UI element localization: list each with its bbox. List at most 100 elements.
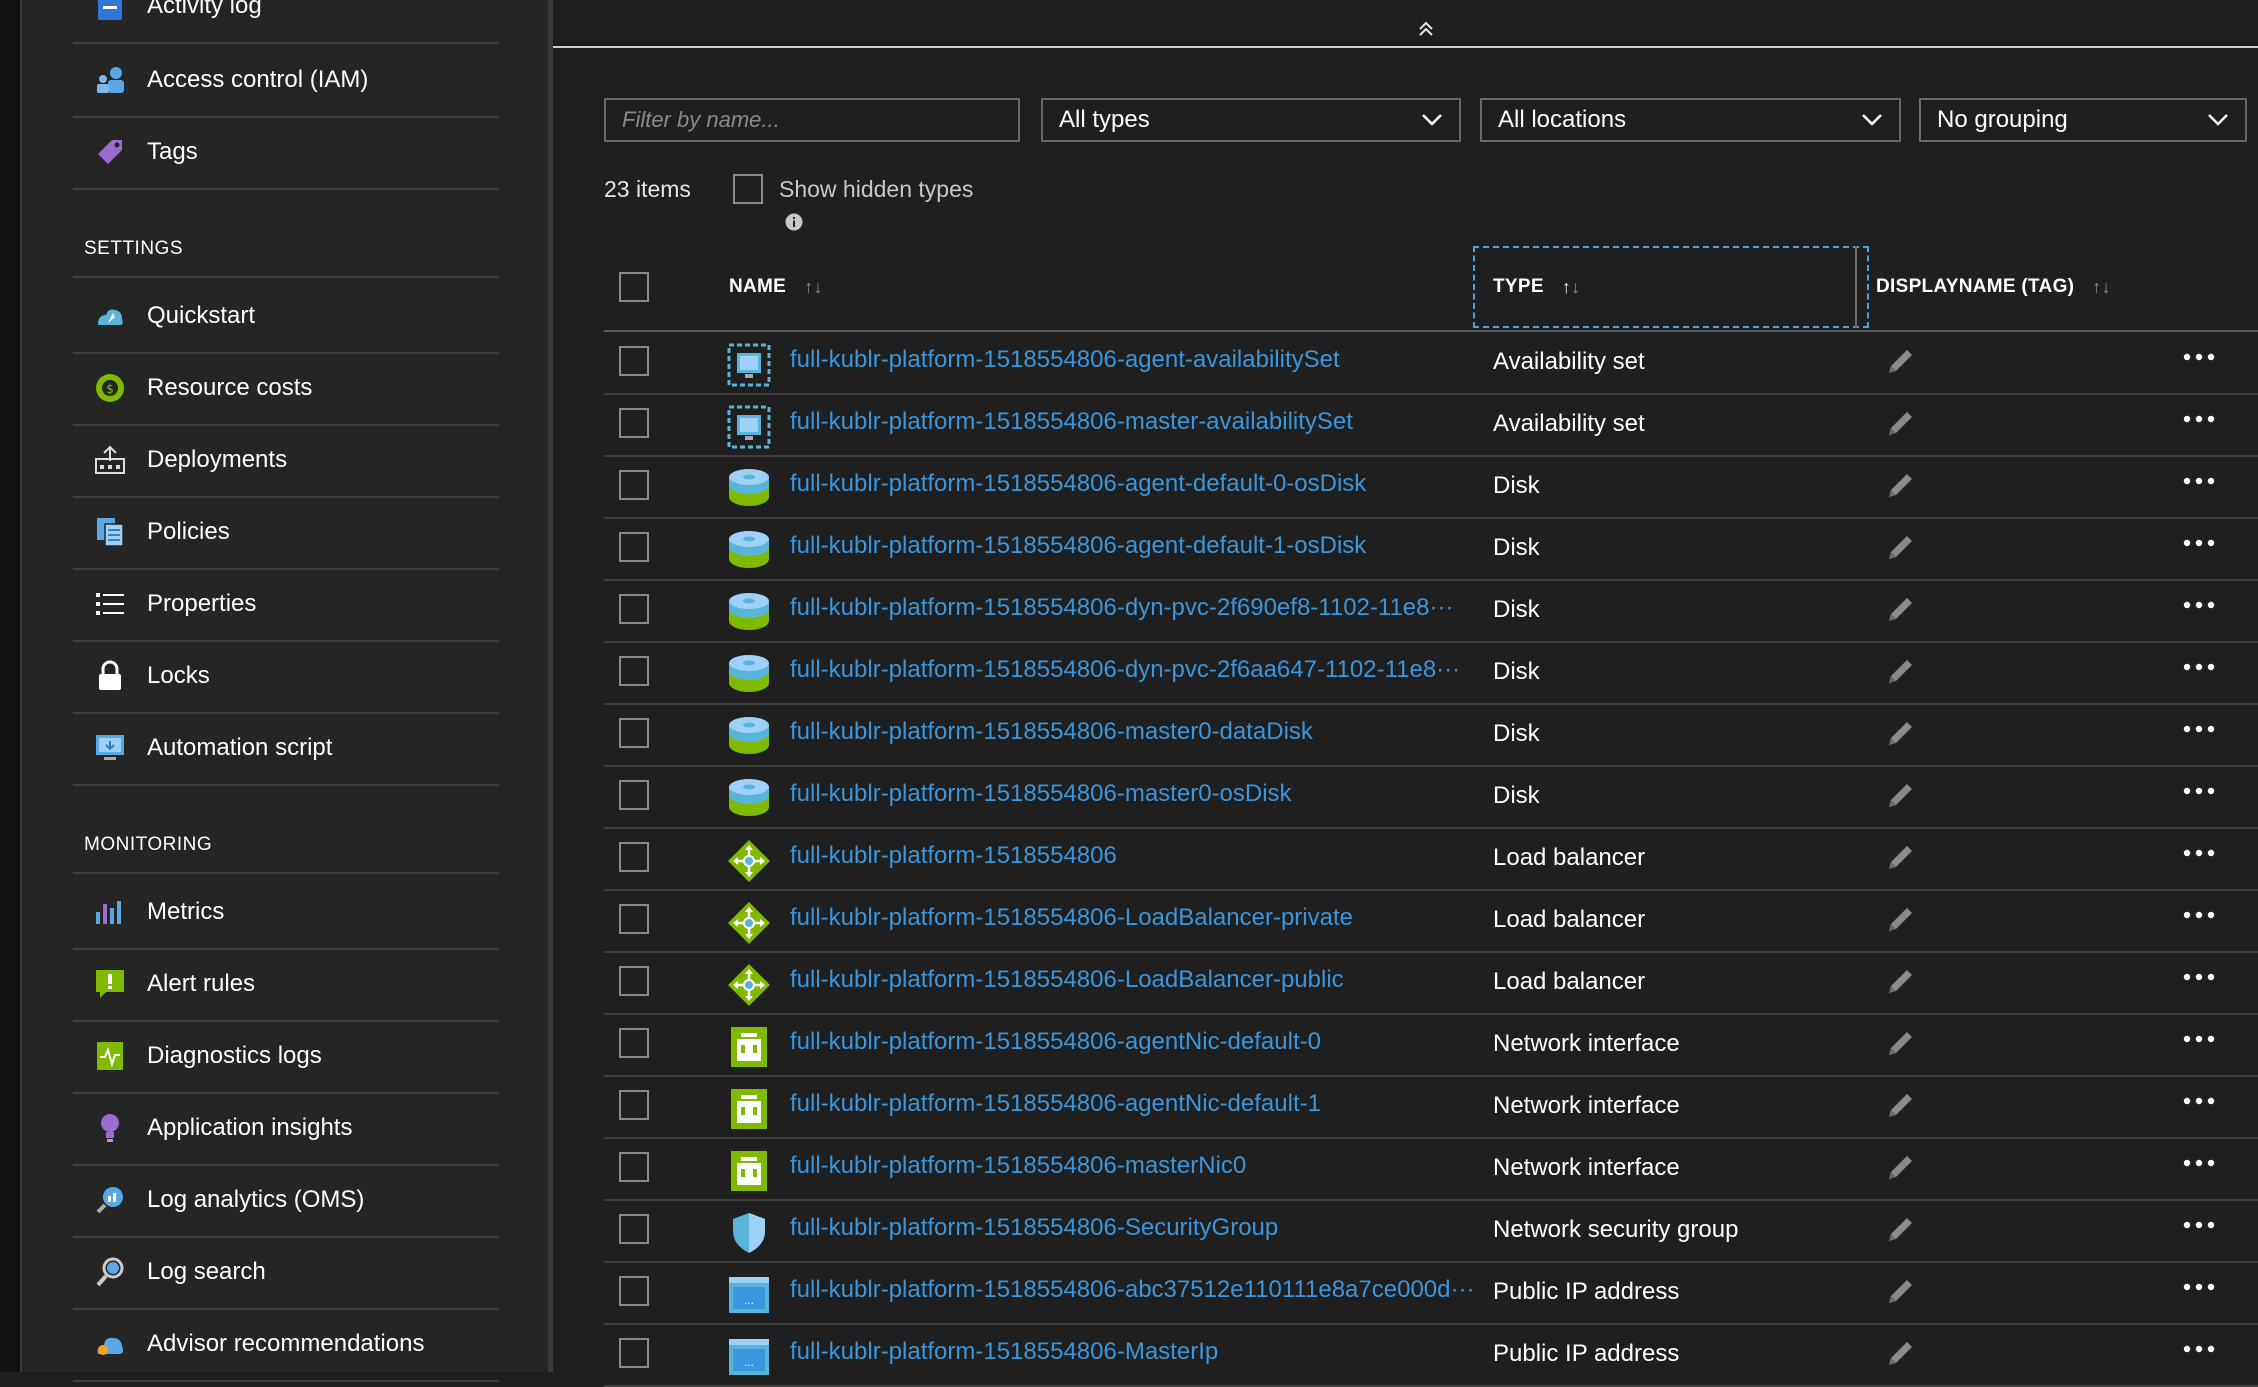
resource-name-link[interactable]: full-kublr-platform-1518554806-MasterIp	[790, 1338, 1218, 1366]
edit-tag-pencil-icon[interactable]	[1881, 1211, 1919, 1249]
edit-tag-pencil-icon[interactable]	[1881, 963, 1919, 1001]
row-checkbox[interactable]	[619, 1090, 649, 1120]
edit-tag-pencil-icon[interactable]	[1881, 343, 1919, 381]
edit-tag-pencil-icon[interactable]	[1881, 1273, 1919, 1311]
more-options-icon[interactable]	[2179, 839, 2219, 867]
table-row[interactable]: full-kublr-platform-1518554806-LoadBalan…	[604, 889, 2258, 953]
sidebar-item-advisor-recommendations[interactable]: Advisor recommendations	[73, 1308, 499, 1382]
more-options-icon[interactable]	[2179, 901, 2219, 929]
row-checkbox[interactable]	[619, 718, 649, 748]
collapse-up-icon[interactable]	[1415, 18, 1437, 40]
resource-name-link[interactable]: full-kublr-platform-1518554806	[790, 842, 1117, 870]
resource-name-link[interactable]: full-kublr-platform-1518554806-SecurityG…	[790, 1214, 1278, 1242]
table-row[interactable]: full-kublr-platform-1518554806-master-av…	[604, 393, 2258, 457]
column-header-displayname[interactable]: DISPLAYNAME (TAG) ↑↓	[1876, 276, 2111, 298]
row-checkbox[interactable]	[619, 346, 649, 376]
sidebar-item-application-insights[interactable]: Application insights	[73, 1092, 499, 1166]
edit-tag-pencil-icon[interactable]	[1881, 405, 1919, 443]
more-options-icon[interactable]	[2179, 343, 2219, 371]
more-options-icon[interactable]	[2179, 1273, 2219, 1301]
sidebar-item-tags[interactable]: Tags	[73, 116, 499, 190]
table-row[interactable]: full-kublr-platform-1518554806-master0-o…	[604, 765, 2258, 829]
row-checkbox[interactable]	[619, 1276, 649, 1306]
resource-name-link[interactable]: full-kublr-platform-1518554806-agentNic-…	[790, 1028, 1321, 1056]
sidebar-item-metrics[interactable]: Metrics	[73, 876, 499, 950]
column-header-name[interactable]: NAME ↑↓	[729, 276, 823, 298]
resource-name-link[interactable]: full-kublr-platform-1518554806-agentNic-…	[790, 1090, 1321, 1118]
sidebar-item-access-control[interactable]: Access control (IAM)	[73, 44, 499, 118]
sidebar-item-quickstart[interactable]: Quickstart	[73, 280, 499, 354]
row-checkbox[interactable]	[619, 1338, 649, 1368]
row-checkbox[interactable]	[619, 594, 649, 624]
more-options-icon[interactable]	[2179, 1335, 2219, 1363]
more-options-icon[interactable]	[2179, 777, 2219, 805]
resource-name-link[interactable]: full-kublr-platform-1518554806-LoadBalan…	[790, 966, 1344, 994]
more-options-icon[interactable]	[2179, 467, 2219, 495]
more-options-icon[interactable]	[2179, 591, 2219, 619]
table-row[interactable]: full-kublr-platform-1518554806 Load balan…	[604, 827, 2258, 891]
edit-tag-pencil-icon[interactable]	[1881, 777, 1919, 815]
edit-tag-pencil-icon[interactable]	[1881, 715, 1919, 753]
more-options-icon[interactable]	[2179, 529, 2219, 557]
more-options-icon[interactable]	[2179, 963, 2219, 991]
edit-tag-pencil-icon[interactable]	[1881, 467, 1919, 505]
row-checkbox[interactable]	[619, 1214, 649, 1244]
edit-tag-pencil-icon[interactable]	[1881, 901, 1919, 939]
table-row[interactable]: full-kublr-platform-1518554806-agentNic-…	[604, 1075, 2258, 1139]
table-row[interactable]: full-kublr-platform-1518554806-dyn-pvc-2…	[604, 579, 2258, 643]
sidebar-item-policies[interactable]: Policies	[73, 496, 499, 570]
resource-name-link[interactable]: full-kublr-platform-1518554806-dyn-pvc-2…	[790, 656, 1460, 684]
filter-by-name-input[interactable]	[604, 98, 1020, 142]
table-row[interactable]: full-kublr-platform-1518554806-agentNic-…	[604, 1013, 2258, 1077]
resource-name-link[interactable]: full-kublr-platform-1518554806-agent-ava…	[790, 346, 1340, 374]
row-checkbox[interactable]	[619, 470, 649, 500]
edit-tag-pencil-icon[interactable]	[1881, 1087, 1919, 1125]
row-checkbox[interactable]	[619, 532, 649, 562]
more-options-icon[interactable]	[2179, 405, 2219, 433]
sidebar-item-log-search[interactable]: Log search	[73, 1236, 499, 1310]
info-icon[interactable]	[785, 213, 803, 231]
more-options-icon[interactable]	[2179, 715, 2219, 743]
table-row[interactable]: ... full-kublr-platform-1518554806-abc375…	[604, 1261, 2258, 1325]
row-checkbox[interactable]	[619, 780, 649, 810]
select-all-checkbox[interactable]	[619, 272, 649, 302]
types-dropdown[interactable]: All types	[1041, 98, 1461, 142]
edit-tag-pencil-icon[interactable]	[1881, 839, 1919, 877]
sidebar-item-locks[interactable]: Locks	[73, 640, 499, 714]
table-row[interactable]: full-kublr-platform-1518554806-agent-def…	[604, 455, 2258, 519]
row-checkbox[interactable]	[619, 408, 649, 438]
row-checkbox[interactable]	[619, 656, 649, 686]
sidebar-item-activity-log[interactable]: Activity log	[73, 0, 499, 44]
table-row[interactable]: full-kublr-platform-1518554806-LoadBalan…	[604, 951, 2258, 1015]
table-row[interactable]: full-kublr-platform-1518554806-master0-d…	[604, 703, 2258, 767]
more-options-icon[interactable]	[2179, 1149, 2219, 1177]
sidebar-item-log-analytics[interactable]: Log analytics (OMS)	[73, 1164, 499, 1238]
table-row[interactable]: full-kublr-platform-1518554806-agent-ava…	[604, 331, 2258, 395]
row-checkbox[interactable]	[619, 966, 649, 996]
sidebar-item-alert-rules[interactable]: Alert rules	[73, 948, 499, 1022]
table-row[interactable]: full-kublr-platform-1518554806-dyn-pvc-2…	[604, 641, 2258, 705]
sidebar-item-automation-script[interactable]: Automation script	[73, 712, 499, 786]
resource-name-link[interactable]: full-kublr-platform-1518554806-agent-def…	[790, 532, 1366, 560]
sidebar-item-properties[interactable]: Properties	[73, 568, 499, 642]
row-checkbox[interactable]	[619, 842, 649, 872]
more-options-icon[interactable]	[2179, 1087, 2219, 1115]
resource-name-link[interactable]: full-kublr-platform-1518554806-master0-d…	[790, 718, 1313, 746]
resource-name-link[interactable]: full-kublr-platform-1518554806-master-av…	[790, 408, 1353, 436]
edit-tag-pencil-icon[interactable]	[1881, 591, 1919, 629]
table-row[interactable]: full-kublr-platform-1518554806-masterNic…	[604, 1137, 2258, 1201]
edit-tag-pencil-icon[interactable]	[1881, 653, 1919, 691]
resource-name-link[interactable]: full-kublr-platform-1518554806-dyn-pvc-2…	[790, 594, 1453, 622]
resource-name-link[interactable]: full-kublr-platform-1518554806-masterNic…	[790, 1152, 1246, 1180]
edit-tag-pencil-icon[interactable]	[1881, 1025, 1919, 1063]
edit-tag-pencil-icon[interactable]	[1881, 1149, 1919, 1187]
more-options-icon[interactable]	[2179, 653, 2219, 681]
more-options-icon[interactable]	[2179, 1211, 2219, 1239]
table-row[interactable]: full-kublr-platform-1518554806-SecurityG…	[604, 1199, 2258, 1263]
sidebar-item-resource-costs[interactable]: $ Resource costs	[73, 352, 499, 426]
row-checkbox[interactable]	[619, 1152, 649, 1182]
row-checkbox[interactable]	[619, 1028, 649, 1058]
grouping-dropdown[interactable]: No grouping	[1919, 98, 2247, 142]
resource-name-link[interactable]: full-kublr-platform-1518554806-LoadBalan…	[790, 904, 1353, 932]
resource-name-link[interactable]: full-kublr-platform-1518554806-agent-def…	[790, 470, 1366, 498]
